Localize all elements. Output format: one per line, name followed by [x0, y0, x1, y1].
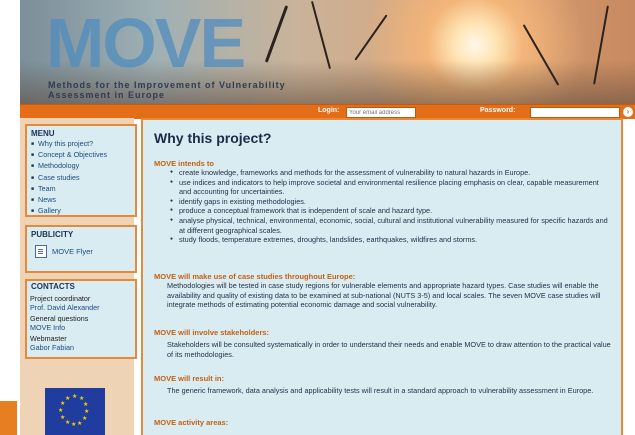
section-activity: MOVE activity areas: [154, 418, 612, 427]
publicity-box: PUBLICITY MOVE Flyer [25, 225, 137, 273]
menu-item-case-studies[interactable]: Case studies [31, 173, 132, 184]
section-text: The generic framework, data analysis and… [167, 386, 594, 395]
section-heading: MOVE will result in: [154, 374, 225, 383]
menu-item-team[interactable]: Team [31, 184, 132, 195]
main-content: Why this project? MOVE intends to create… [141, 118, 623, 435]
menu-box: MENU Why this project? Concept & Objecti… [25, 124, 137, 217]
section-text: Methodologies will be tested in case stu… [167, 281, 601, 310]
banner-branch [310, 0, 332, 70]
section-result: MOVE will result in: The generic framewo… [154, 374, 612, 396]
flyer-link[interactable]: MOVE Flyer [27, 240, 135, 264]
star-icon: ★ [65, 396, 71, 402]
menu-list: Why this project? Concept & Objectives M… [27, 139, 135, 219]
contact-link[interactable]: Prof. David Alexander [27, 303, 135, 313]
section-text: Stakeholders will be consulted systemati… [167, 340, 611, 359]
password-label: Password: [480, 107, 516, 114]
star-icon: ★ [60, 415, 66, 421]
list-item: create knowledge, frameworks and methods… [170, 168, 612, 178]
list-item: identify gaps in existing methodologies. [170, 197, 612, 207]
section-intends: MOVE intends to create knowledge, framew… [154, 159, 612, 245]
star-icon: ★ [83, 402, 89, 408]
star-icon: ★ [58, 408, 64, 414]
email-input[interactable] [346, 107, 416, 118]
menu-title: MENU [31, 129, 55, 138]
menu-item-why[interactable]: Why this project? [31, 139, 132, 150]
login-label: Login: [318, 107, 340, 114]
contacts-box: CONTACTS Project coordinator Prof. David… [25, 279, 137, 359]
section-heading: MOVE activity areas: [154, 418, 229, 427]
star-icon: ★ [65, 420, 71, 426]
decorative-square [0, 401, 17, 435]
star-icon: ★ [71, 422, 77, 428]
contact-link[interactable]: Gabor Fabian [27, 343, 135, 353]
password-input[interactable] [530, 107, 620, 118]
menu-item-gallery[interactable]: Gallery [31, 206, 132, 217]
menu-item-methodology[interactable]: Methodology [31, 161, 132, 172]
list-item: produce a conceptual framework that is i… [170, 206, 612, 216]
list-item: use indices and indicators to help impro… [170, 178, 612, 197]
star-icon: ★ [72, 394, 78, 400]
star-icon: ★ [82, 416, 88, 422]
publicity-title: PUBLICITY [31, 230, 74, 239]
section-heading: MOVE will make use of case studies throu… [154, 272, 356, 281]
list-item: analyse physical, technical, environment… [170, 216, 612, 235]
section-heading: MOVE will involve stakeholders: [154, 328, 270, 337]
banner-branch [264, 5, 289, 63]
login-submit-icon[interactable]: › [623, 107, 633, 117]
banner-branch [354, 14, 388, 61]
list-item: study floods, temperature extremes, drou… [170, 235, 612, 245]
menu-item-concept[interactable]: Concept & Objectives [31, 150, 132, 161]
contacts-title: CONTACTS [31, 282, 75, 291]
header-banner: MOVE Methods for the Improvement of Vuln… [20, 0, 635, 104]
section-stakeholders: MOVE will involve stakeholders: Stakehol… [154, 328, 612, 359]
flyer-link-label[interactable]: MOVE Flyer [52, 247, 93, 256]
star-icon: ★ [84, 409, 90, 415]
menu-item-news[interactable]: News [31, 195, 132, 206]
section-case-studies: MOVE will make use of case studies throu… [154, 272, 612, 310]
section-heading: MOVE intends to [154, 159, 214, 168]
page-title: Why this project? [154, 130, 272, 146]
contact-link[interactable]: MOVE Info [27, 323, 135, 333]
star-icon: ★ [77, 421, 83, 427]
move-logo[interactable]: MOVE [46, 8, 246, 78]
intends-list: create knowledge, frameworks and methods… [170, 168, 612, 245]
document-icon [35, 245, 47, 258]
login-bar: Login: Password: › [20, 104, 635, 119]
logo-subtitle: Methods for the Improvement of Vulnerabi… [48, 80, 286, 100]
eu-flag-logo[interactable]: ★ ★ ★ ★ ★ ★ ★ ★ ★ ★ ★ ★ [45, 388, 105, 435]
